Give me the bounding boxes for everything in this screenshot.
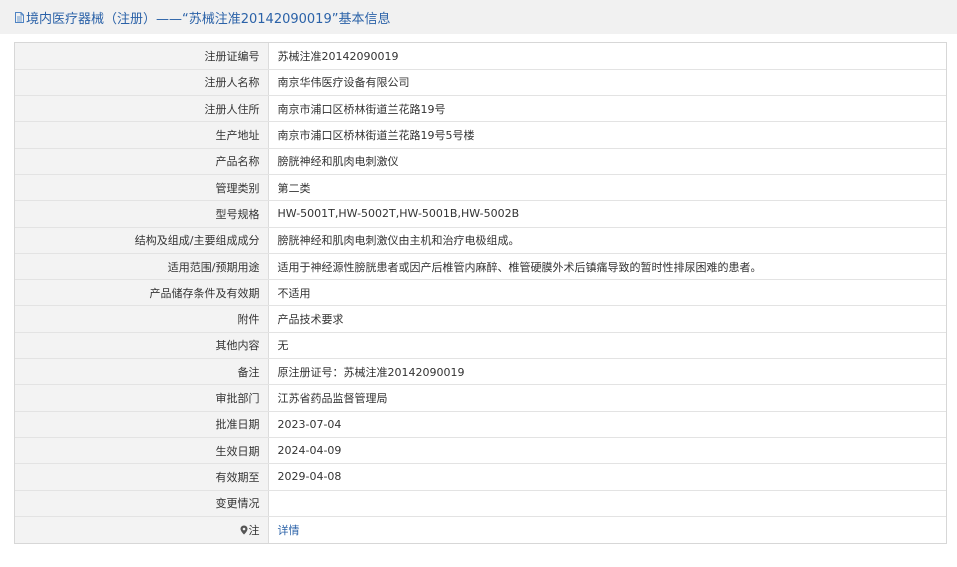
row-value-note: 详情 bbox=[268, 516, 946, 542]
table-row: 结构及组成/主要组成成分 膀胱神经和肌肉电刺激仪由主机和治疗电极组成。 bbox=[15, 227, 946, 254]
row-label-registrant-name: 注册人名称 bbox=[15, 69, 269, 97]
row-value-registrant-address: 南京市浦口区桥林街道兰花路19号 bbox=[268, 95, 946, 123]
row-label-intended-use: 适用范围/预期用途 bbox=[15, 253, 269, 281]
table-row: 附件 产品技术要求 bbox=[15, 305, 946, 333]
page-title: 境内医疗器械（注册）——“苏械注准20142090019”基本信息 bbox=[26, 11, 391, 27]
row-value-attachment: 产品技术要求 bbox=[268, 305, 946, 333]
row-value-structure-composition: 膀胱神经和肌肉电刺激仪由主机和治疗电极组成。 bbox=[268, 227, 946, 254]
row-value-expiry-date: 2029-04-08 bbox=[268, 463, 946, 491]
row-label-expiry-date: 有效期至 bbox=[15, 463, 269, 491]
row-label-attachment: 附件 bbox=[15, 305, 269, 333]
table-row: 注册人住所 南京市浦口区桥林街道兰花路19号 bbox=[15, 95, 946, 123]
table-row: 其他内容 无 bbox=[15, 332, 946, 360]
table-row: 产品储存条件及有效期 不适用 bbox=[15, 279, 946, 307]
row-value-approval-department: 江苏省药品监督管理局 bbox=[268, 384, 946, 412]
row-label-note: 注 bbox=[15, 516, 269, 543]
info-table: 注册证编号 苏械注准20142090019 注册人名称 南京华伟医疗设备有限公司… bbox=[14, 42, 947, 544]
row-value-other-content: 无 bbox=[268, 332, 946, 360]
row-value-remarks: 原注册证号：苏械注准20142090019 bbox=[268, 358, 946, 386]
row-value-production-address: 南京市浦口区桥林街道兰花路19号5号楼 bbox=[268, 121, 946, 149]
row-label-management-category: 管理类别 bbox=[15, 174, 269, 202]
table-row: 产品名称 膀胱神经和肌肉电刺激仪 bbox=[15, 148, 946, 175]
table-row: 管理类别 第二类 bbox=[15, 174, 946, 202]
table-row: 注册人名称 南京华伟医疗设备有限公司 bbox=[15, 69, 946, 97]
table-row: 适用范围/预期用途 适用于神经源性膀胱患者或因产后椎管内麻醉、椎管硬膜外术后镇痛… bbox=[15, 253, 946, 281]
table-row: 批准日期 2023-07-04 bbox=[15, 411, 946, 438]
row-label-other-content: 其他内容 bbox=[15, 332, 269, 360]
row-label-production-address: 生产地址 bbox=[15, 121, 269, 149]
row-value-management-category: 第二类 bbox=[268, 174, 946, 202]
map-pin-icon bbox=[240, 525, 248, 535]
table-row: 生产地址 南京市浦口区桥林街道兰花路19号5号楼 bbox=[15, 121, 946, 149]
row-label-effective-date: 生效日期 bbox=[15, 437, 269, 465]
row-value-registration-number: 苏械注准20142090019 bbox=[268, 43, 946, 70]
table-row: 生效日期 2024-04-09 bbox=[15, 437, 946, 465]
table-row: 有效期至 2029-04-08 bbox=[15, 463, 946, 491]
row-value-registrant-name: 南京华伟医疗设备有限公司 bbox=[268, 69, 946, 97]
details-link[interactable]: 详情 bbox=[278, 524, 300, 537]
table-row: 变更情况 bbox=[15, 490, 946, 517]
row-value-effective-date: 2024-04-09 bbox=[268, 437, 946, 465]
table-row: 注 详情 bbox=[15, 516, 946, 543]
row-value-intended-use: 适用于神经源性膀胱患者或因产后椎管内麻醉、椎管硬膜外术后镇痛导致的暂时性排尿困难… bbox=[268, 253, 946, 281]
table-row: 备注 原注册证号：苏械注准20142090019 bbox=[15, 358, 946, 386]
row-value-approval-date: 2023-07-04 bbox=[268, 411, 946, 438]
row-value-change-status bbox=[268, 490, 946, 517]
row-label-structure-composition: 结构及组成/主要组成成分 bbox=[15, 227, 269, 254]
table-row: 注册证编号 苏械注准20142090019 bbox=[15, 43, 946, 70]
table-row: 型号规格 HW-5001T,HW-5002T,HW-5001B,HW-5002B bbox=[15, 200, 946, 228]
row-label-remarks: 备注 bbox=[15, 358, 269, 386]
row-label-storage-validity: 产品储存条件及有效期 bbox=[15, 279, 269, 307]
row-label-product-name: 产品名称 bbox=[15, 148, 269, 175]
row-label-model-spec: 型号规格 bbox=[15, 200, 269, 228]
document-icon bbox=[15, 11, 24, 23]
page-header: 境内医疗器械（注册）——“苏械注准20142090019”基本信息 bbox=[0, 0, 957, 34]
row-value-storage-validity: 不适用 bbox=[268, 279, 946, 307]
row-label-registration-number: 注册证编号 bbox=[15, 43, 269, 70]
row-label-approval-department: 审批部门 bbox=[15, 384, 269, 412]
row-value-product-name: 膀胱神经和肌肉电刺激仪 bbox=[268, 148, 946, 175]
row-value-model-spec: HW-5001T,HW-5002T,HW-5001B,HW-5002B bbox=[268, 200, 946, 228]
table-row: 审批部门 江苏省药品监督管理局 bbox=[15, 384, 946, 412]
note-label-text: 注 bbox=[248, 523, 260, 537]
row-label-approval-date: 批准日期 bbox=[15, 411, 269, 438]
row-label-change-status: 变更情况 bbox=[15, 490, 269, 517]
row-label-registrant-address: 注册人住所 bbox=[15, 95, 269, 123]
